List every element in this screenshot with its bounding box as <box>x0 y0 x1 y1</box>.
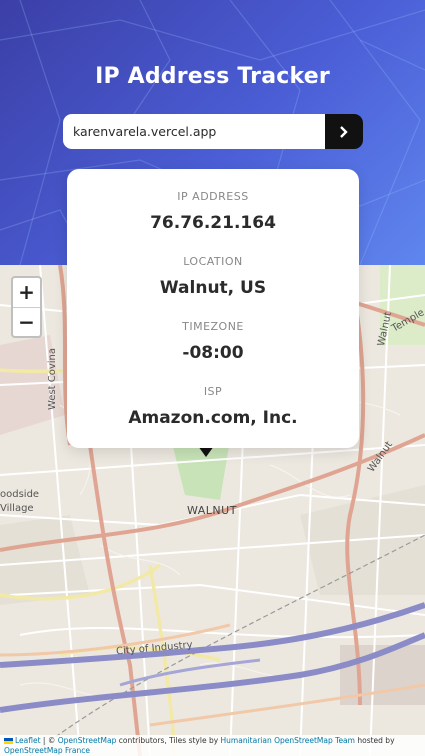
timezone-label: TIMEZONE <box>182 320 244 333</box>
attribution-contributors: contributors, Tiles style by <box>116 736 221 745</box>
attribution-separator: | © <box>40 736 58 745</box>
zoom-in-button[interactable]: + <box>13 278 40 308</box>
map-attribution: Leaflet | © OpenStreetMap contributors, … <box>0 735 425 756</box>
osm-link[interactable]: OpenStreetMap <box>58 736 117 745</box>
zoom-control: + − <box>11 276 42 338</box>
leaflet-link[interactable]: Leaflet <box>15 736 41 745</box>
attribution-hosted: hosted by <box>354 736 395 745</box>
map-label-woodside: oodside <box>0 489 40 500</box>
isp-value: Amazon.com, Inc. <box>128 408 298 428</box>
chevron-right-icon <box>340 125 348 138</box>
page-title: IP Address Tracker <box>95 64 330 89</box>
isp-label: ISP <box>203 385 223 398</box>
hot-link[interactable]: Humanitarian OpenStreetMap Team <box>221 736 355 745</box>
search-submit-button[interactable] <box>325 114 363 149</box>
map-label-walnut: WALNUT <box>187 504 237 517</box>
search-input[interactable] <box>63 114 325 149</box>
ip-address-value: 76.76.21.164 <box>150 213 276 233</box>
timezone-value: -08:00 <box>182 343 244 363</box>
map-label-west-covina: West Covina <box>47 347 58 410</box>
ip-info-card: IP ADDRESS 76.76.21.164 LOCATION Walnut,… <box>67 169 359 448</box>
osm-france-link[interactable]: OpenStreetMap France <box>4 746 90 755</box>
zoom-out-button[interactable]: − <box>13 308 40 337</box>
map-label-village: Village <box>0 503 34 514</box>
ukraine-flag-icon <box>4 738 13 744</box>
ip-address-label: IP ADDRESS <box>177 190 249 203</box>
location-label: LOCATION <box>183 255 243 268</box>
search-bar <box>63 114 363 149</box>
location-value: Walnut, US <box>159 278 267 298</box>
